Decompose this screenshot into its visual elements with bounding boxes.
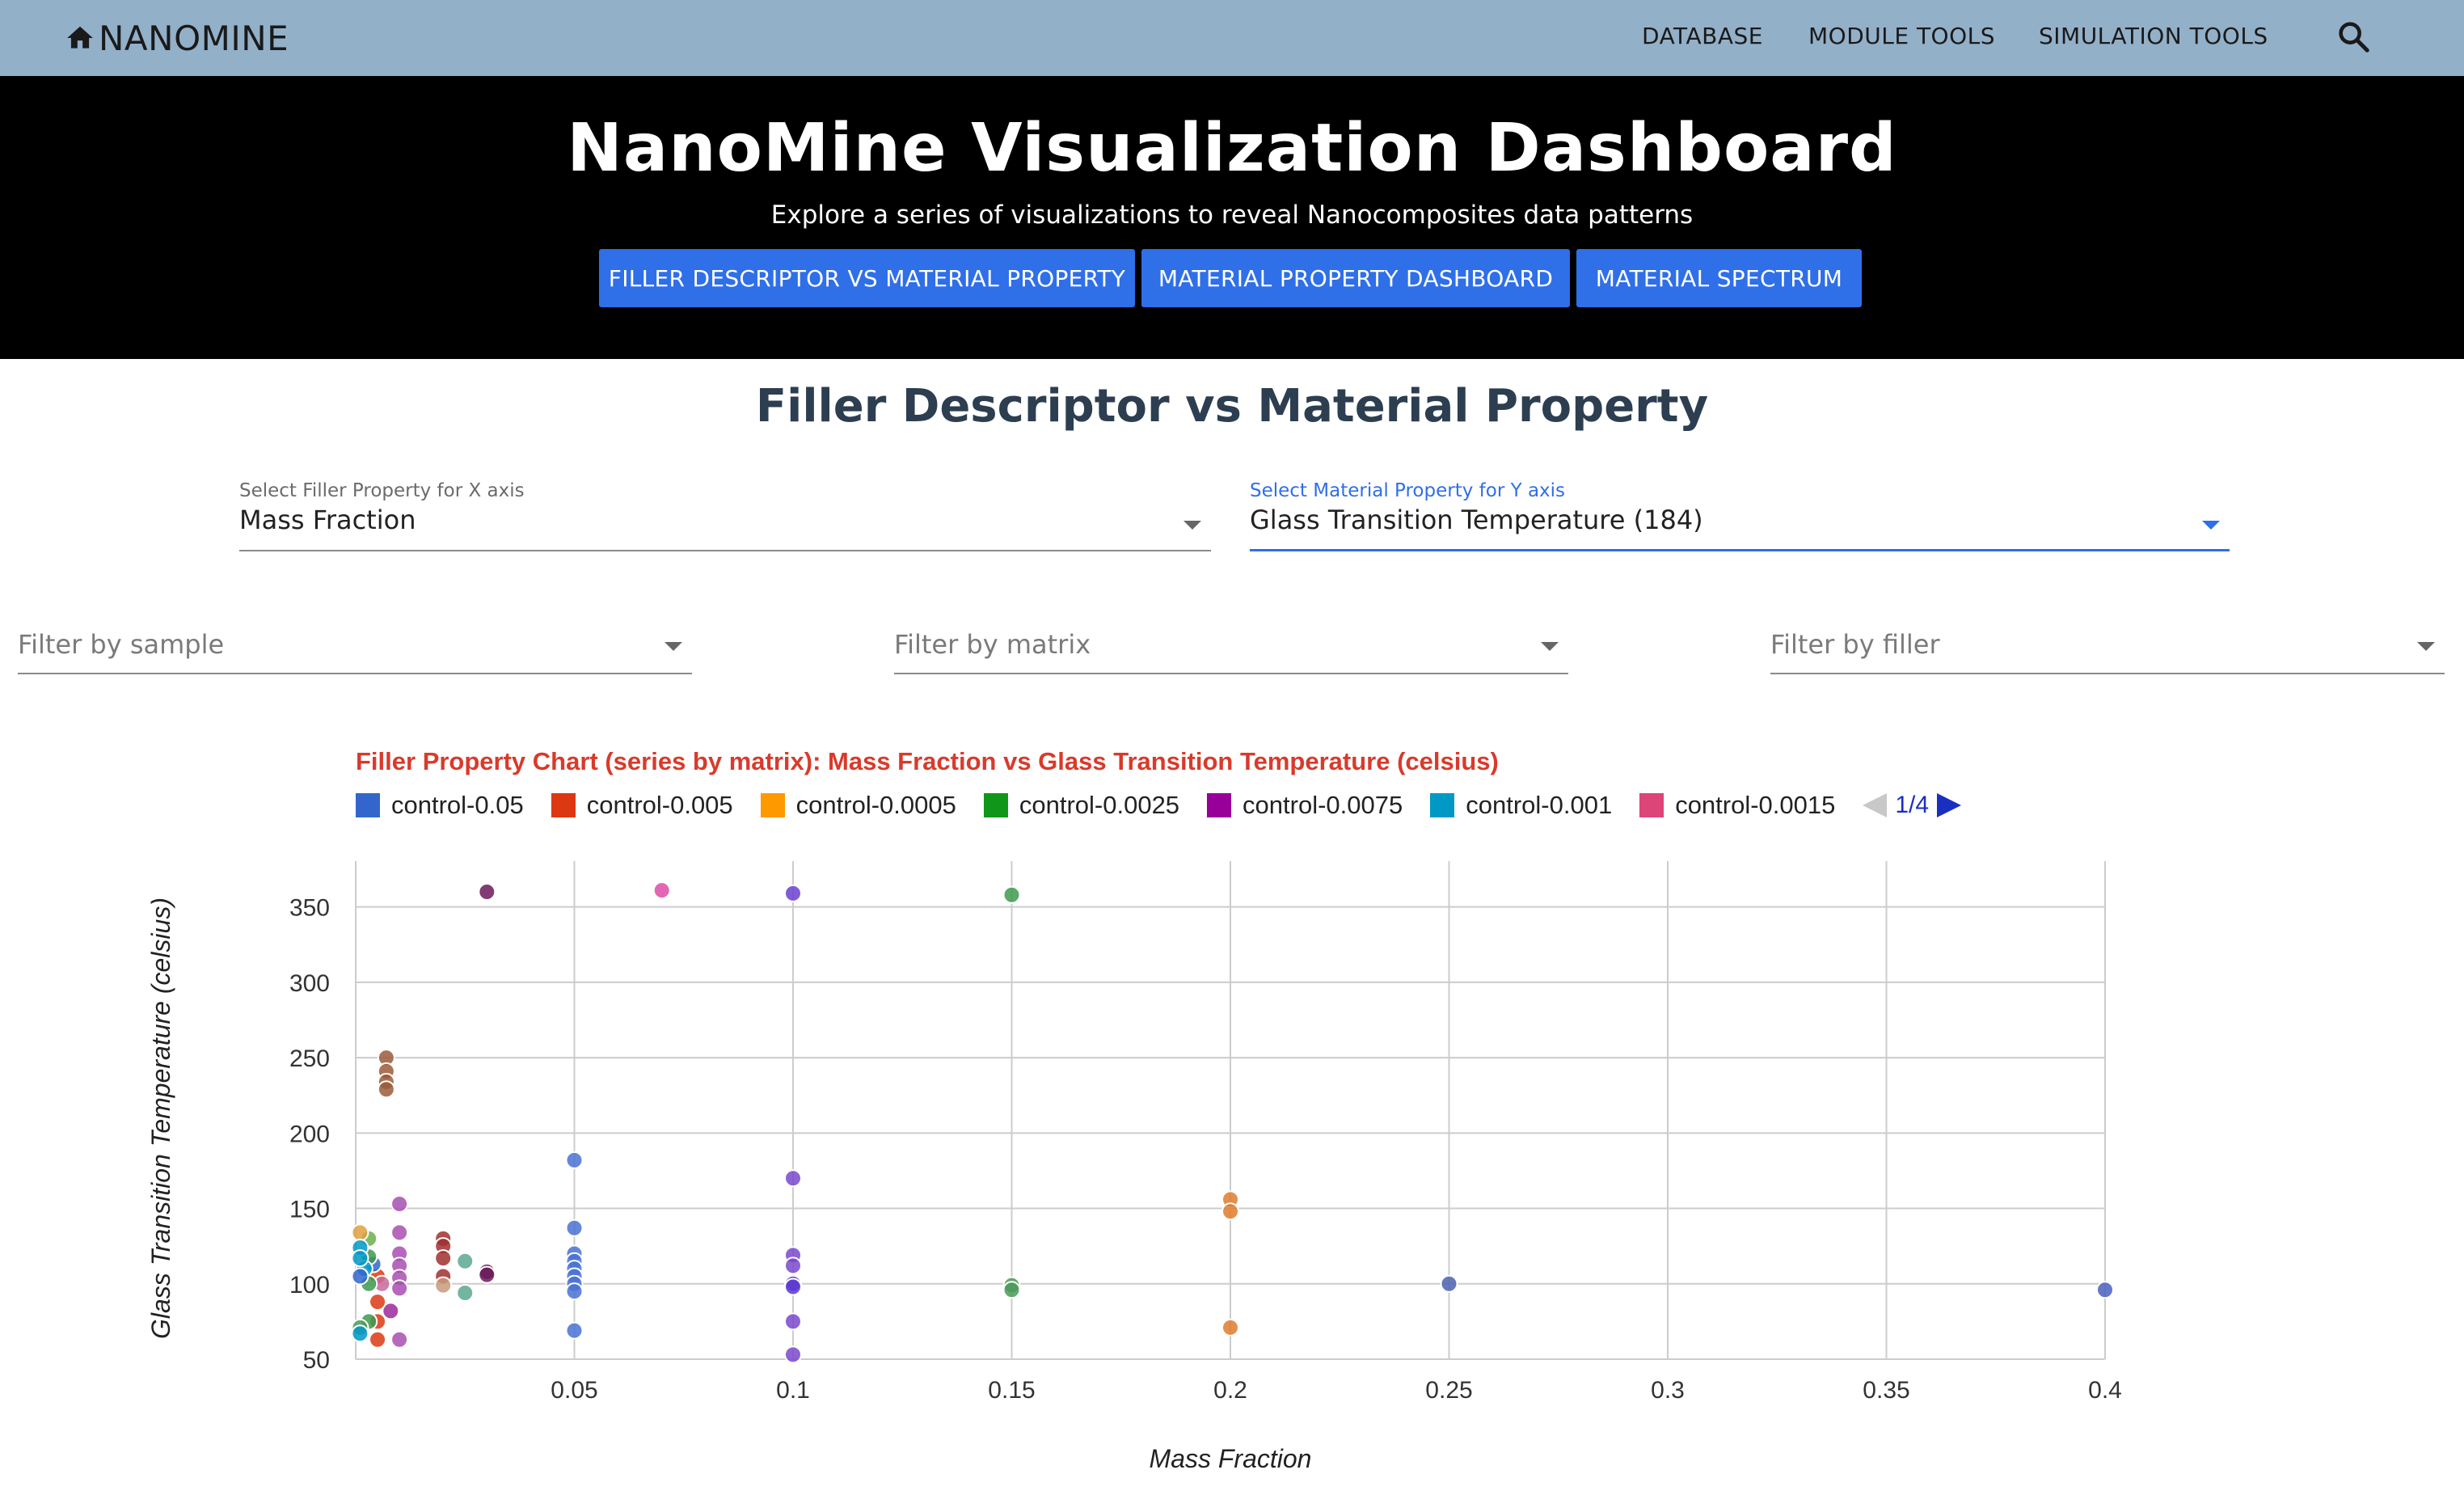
data-point xyxy=(351,1223,369,1242)
data-point xyxy=(478,883,496,901)
data-point xyxy=(652,881,671,900)
x-tick-label: 0.1 xyxy=(776,1377,810,1404)
data-point xyxy=(784,1345,802,1364)
data-point xyxy=(456,1283,475,1302)
chart-points xyxy=(351,881,2114,1364)
x-tick-label: 0.3 xyxy=(1651,1377,1685,1404)
data-point xyxy=(351,1249,369,1268)
data-point xyxy=(565,1282,584,1301)
y-axis-title: Glass Transition Temperature (celsius) xyxy=(146,897,175,1339)
x-tick-label: 0.35 xyxy=(1863,1377,1909,1404)
y-tick-label: 250 xyxy=(289,1045,330,1072)
data-point xyxy=(390,1330,409,1349)
data-point xyxy=(434,1276,453,1294)
y-tick-label: 200 xyxy=(289,1121,330,1147)
data-point xyxy=(1002,1281,1021,1299)
data-point xyxy=(784,1278,802,1296)
x-tick-label: 0.15 xyxy=(988,1377,1035,1404)
y-tick-label: 350 xyxy=(289,895,330,922)
data-point xyxy=(784,884,802,902)
x-tick-label: 0.4 xyxy=(2088,1377,2122,1404)
data-point xyxy=(565,1151,584,1169)
x-tick-label: 0.2 xyxy=(1213,1377,1247,1404)
scatter-chart: 0.05 0.1 0.15 0.2 0.25 0.3 0.35 0.4 50 100 150 200 2… xyxy=(146,861,2122,1473)
x-tick-label: 0.05 xyxy=(551,1377,597,1404)
chart-ticks: 0.05 0.1 0.15 0.2 0.25 0.3 0.35 0.4 50 100 150 200 2… xyxy=(289,895,2122,1404)
data-point xyxy=(565,1321,584,1340)
data-point xyxy=(478,1265,496,1284)
data-point xyxy=(1221,1202,1239,1221)
y-tick-label: 300 xyxy=(289,970,330,997)
data-point xyxy=(369,1293,387,1311)
data-point xyxy=(390,1194,409,1213)
data-point xyxy=(390,1223,409,1242)
data-point xyxy=(434,1249,453,1268)
data-point xyxy=(456,1252,475,1270)
data-point xyxy=(784,1256,802,1275)
chart-grid xyxy=(355,861,2106,1360)
data-point xyxy=(351,1267,369,1286)
data-point xyxy=(351,1324,369,1343)
data-point xyxy=(2096,1281,2114,1299)
y-tick-label: 50 xyxy=(303,1347,330,1374)
y-tick-label: 150 xyxy=(289,1197,330,1223)
data-point xyxy=(377,1080,395,1099)
x-tick-label: 0.25 xyxy=(1425,1377,1472,1404)
data-point xyxy=(369,1330,387,1349)
data-point xyxy=(784,1312,802,1331)
y-tick-label: 100 xyxy=(289,1272,330,1299)
data-point xyxy=(1221,1318,1239,1337)
data-point xyxy=(390,1279,409,1298)
data-point xyxy=(565,1218,584,1237)
data-point xyxy=(784,1169,802,1188)
data-point xyxy=(1440,1274,1458,1293)
data-point xyxy=(1002,885,1021,904)
x-axis-title: Mass Fraction xyxy=(1150,1444,1312,1473)
